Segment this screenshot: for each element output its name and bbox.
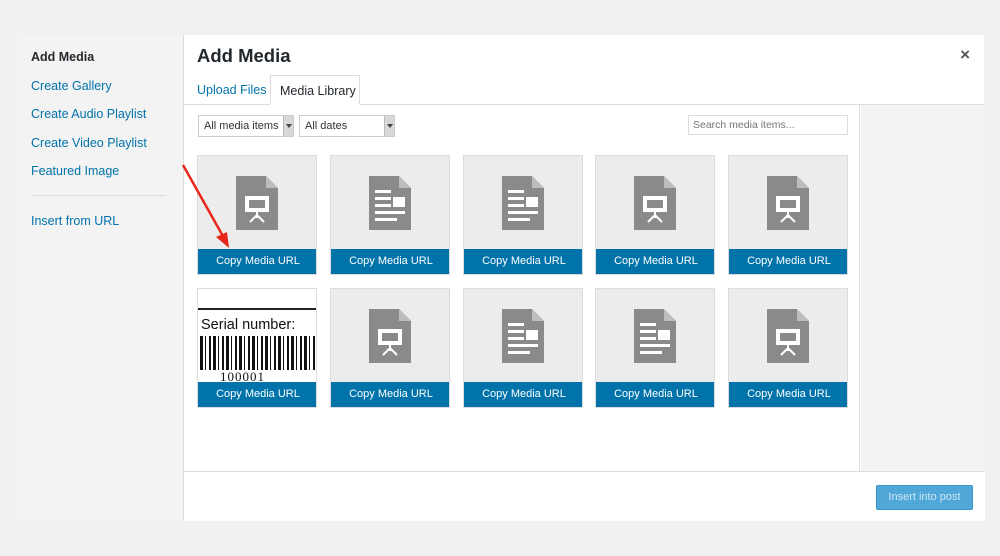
presentation-doc-icon	[236, 176, 278, 230]
dropdown-arrow-icon	[384, 116, 394, 136]
copy-media-url-button[interactable]: Copy Media URL	[596, 249, 714, 274]
presentation-doc-icon	[767, 176, 809, 230]
text-doc-icon	[634, 309, 676, 363]
copy-media-url-button[interactable]: Copy Media URL	[729, 382, 847, 407]
media-toolbar-footer: Insert into post	[184, 471, 985, 521]
attachment-tile[interactable]: Copy Media URL	[197, 155, 317, 275]
insert-into-post-button[interactable]: Insert into post	[876, 485, 973, 510]
attachment-tile[interactable]: Copy Media URL	[463, 155, 583, 275]
copy-media-url-button[interactable]: Copy Media URL	[198, 249, 316, 274]
dropdown-arrow-icon	[283, 116, 293, 136]
text-doc-icon	[369, 176, 411, 230]
presentation-doc-icon	[767, 309, 809, 363]
media-frame-menu: Add Media Create Gallery Create Audio Pl…	[17, 35, 183, 521]
menu-item-add-media[interactable]: Add Media	[31, 50, 94, 64]
attachment-tile[interactable]: Copy Media URL	[595, 155, 715, 275]
media-type-filter-value: All media items	[204, 120, 279, 132]
text-doc-icon	[502, 309, 544, 363]
menu-item-featured-image[interactable]: Featured Image	[31, 164, 119, 178]
tab-upload-files[interactable]: Upload Files	[188, 75, 275, 105]
copy-media-url-button[interactable]: Copy Media URL	[464, 382, 582, 407]
search-media-input[interactable]	[688, 115, 848, 135]
close-icon[interactable]: ×	[960, 46, 970, 63]
text-doc-icon	[502, 176, 544, 230]
copy-media-url-button[interactable]: Copy Media URL	[464, 249, 582, 274]
barcode-image	[200, 336, 316, 370]
menu-item-create-audio-playlist[interactable]: Create Audio Playlist	[31, 107, 146, 121]
barcode-image-border	[198, 308, 316, 310]
attachment-tile[interactable]: Copy Media URL	[330, 155, 450, 275]
media-type-filter[interactable]: All media items	[198, 115, 294, 137]
menu-item-insert-from-url[interactable]: Insert from URL	[31, 214, 119, 228]
date-filter[interactable]: All dates	[299, 115, 395, 137]
copy-media-url-button[interactable]: Copy Media URL	[596, 382, 714, 407]
copy-media-url-button[interactable]: Copy Media URL	[198, 382, 316, 407]
menu-item-create-gallery[interactable]: Create Gallery	[31, 79, 112, 93]
media-modal: Add Media × Upload Files Media Library A…	[183, 35, 985, 521]
attachment-tile[interactable]: Copy Media URL	[728, 155, 848, 275]
attachment-tile[interactable]: Copy Media URL	[330, 288, 450, 408]
copy-media-url-button[interactable]: Copy Media URL	[729, 249, 847, 274]
menu-item-create-video-playlist[interactable]: Create Video Playlist	[31, 136, 147, 150]
date-filter-value: All dates	[305, 120, 348, 132]
attachment-tile[interactable]: Copy Media URL	[728, 288, 848, 408]
presentation-doc-icon	[369, 309, 411, 363]
modal-title: Add Media	[197, 45, 291, 66]
copy-media-url-button[interactable]: Copy Media URL	[331, 382, 449, 407]
presentation-doc-icon	[634, 176, 676, 230]
copy-media-url-button[interactable]: Copy Media URL	[331, 249, 449, 274]
barcode-serial-text: Serial number:	[201, 317, 296, 333]
attachment-tile[interactable]: Copy Media URL	[463, 288, 583, 408]
tab-media-library[interactable]: Media Library	[270, 75, 360, 105]
attachment-tile[interactable]: Copy Media URL	[595, 288, 715, 408]
menu-separator	[31, 195, 166, 196]
attachment-tile[interactable]: Serial number: 100001 Copy Media URL	[197, 288, 317, 408]
attachment-details-sidebar	[861, 105, 985, 471]
